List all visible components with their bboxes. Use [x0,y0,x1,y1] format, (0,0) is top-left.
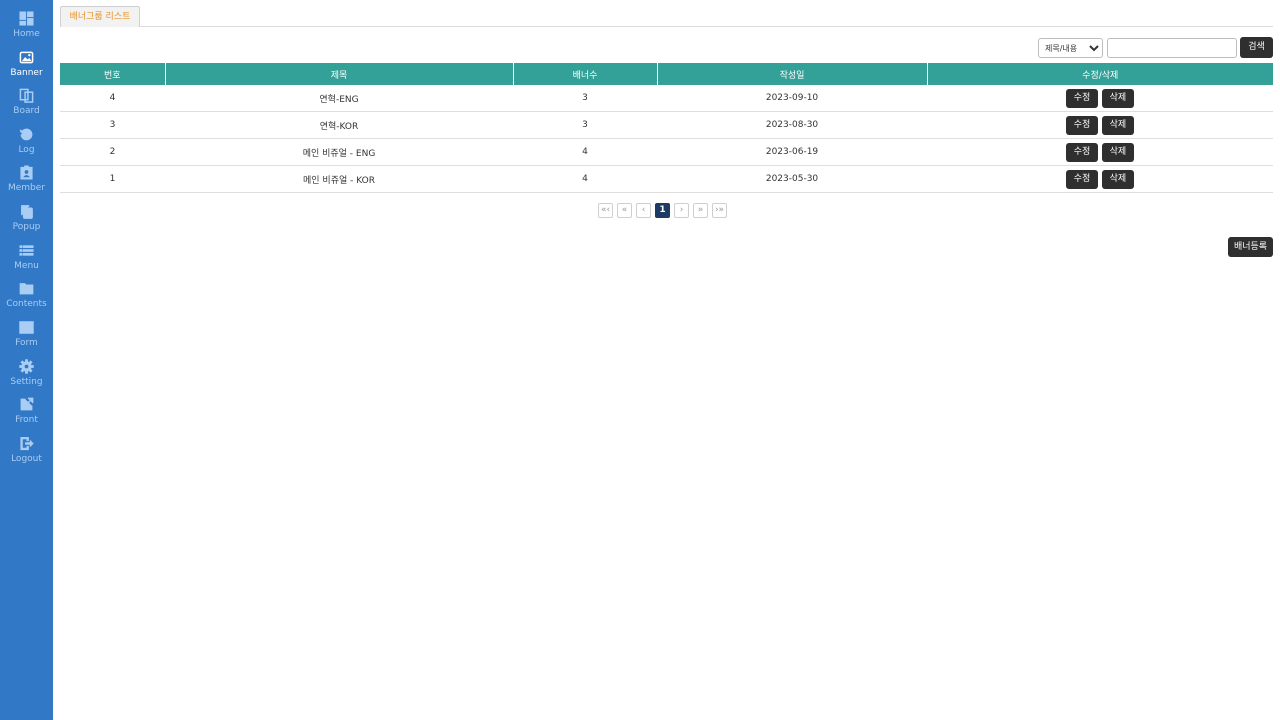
cell-banner-count: 4 [513,138,657,166]
sidebar-item-banner[interactable]: Banner [0,50,53,88]
cell-date: 2023-06-19 [657,138,927,166]
header-date: 작성일 [657,63,928,85]
cell-banner-count: 3 [513,85,657,112]
sidebar-item-contents[interactable]: Contents [0,281,53,319]
search-field-select[interactable]: 제목/내용 [1038,38,1103,58]
edit-button[interactable]: 수정 [1066,115,1099,135]
delete-button[interactable]: 삭제 [1101,169,1134,189]
cell-title[interactable]: 연혁-ENG [165,85,513,112]
sidebar-item-log[interactable]: Log [0,127,53,165]
cell-actions: 수정 삭제 [927,165,1273,193]
header-banner-count: 배너수 [513,63,658,85]
cell-actions: 수정 삭제 [927,85,1273,112]
logout-icon [20,436,34,451]
cell-title[interactable]: 메인 비쥬얼 - KOR [165,165,513,193]
sidebar-item-logout[interactable]: Logout [0,436,53,474]
sidebar: Home Banner Board Log Member Popup Menu … [0,0,53,720]
sidebar-item-label: Contents [6,299,47,309]
register-banner-button[interactable]: 배너등록 [1228,237,1273,257]
sidebar-item-member[interactable]: Member [0,165,53,203]
board-icon [19,88,34,103]
cell-number: 1 [60,165,165,193]
sidebar-item-label: Member [7,183,46,193]
search-input[interactable] [1107,38,1237,58]
page-next-block-button[interactable]: » [693,203,708,218]
cell-banner-count: 3 [513,111,657,139]
cell-date: 2023-05-30 [657,165,927,193]
cell-date: 2023-08-30 [657,111,927,139]
search-button[interactable]: 검색 [1240,37,1273,58]
sidebar-item-label: Banner [10,68,43,78]
dashboard-icon [19,11,34,26]
page-next-button[interactable]: › [674,203,689,218]
cell-date: 2023-09-10 [657,85,927,112]
sidebar-item-home[interactable]: Home [0,11,53,49]
table-icon [19,321,34,334]
header-actions: 수정/삭제 [927,63,1273,85]
table-row: 2 메인 비쥬얼 - ENG 4 2023-06-19 수정 삭제 [60,138,1273,166]
cell-title[interactable]: 연혁-KOR [165,111,513,139]
folder-icon [19,283,34,295]
cell-banner-count: 4 [513,165,657,193]
sidebar-item-front[interactable]: Front [0,397,53,435]
sidebar-item-label: Board [13,106,40,116]
delete-button[interactable]: 삭제 [1101,142,1134,162]
history-icon [19,128,33,141]
delete-button[interactable]: 삭제 [1101,115,1134,135]
delete-button[interactable]: 삭제 [1101,88,1134,108]
copy-icon [21,205,33,219]
edit-button[interactable]: 수정 [1066,88,1099,108]
page-first-button[interactable]: «‹ [598,203,613,218]
header-number: 번호 [60,63,166,85]
image-icon [19,51,34,64]
sidebar-item-form[interactable]: Form [0,320,53,358]
sidebar-item-menu[interactable]: Menu [0,243,53,281]
list-icon [19,245,34,256]
page-prev-block-button[interactable]: « [617,203,632,218]
sidebar-item-label: Front [15,415,38,425]
cell-number: 4 [60,85,165,112]
sidebar-item-label: Log [18,145,35,155]
cell-number: 2 [60,138,165,166]
edit-button[interactable]: 수정 [1066,142,1099,162]
sidebar-item-label: Menu [14,261,39,271]
sidebar-item-board[interactable]: Board [0,88,53,126]
gear-icon [19,359,34,374]
pagination: «‹ « ‹ 1 › » ›» [598,203,727,219]
table-row: 1 메인 비쥬얼 - KOR 4 2023-05-30 수정 삭제 [60,165,1273,193]
sidebar-item-label: Home [13,29,40,39]
sidebar-item-setting[interactable]: Setting [0,359,53,397]
sidebar-item-label: Setting [10,377,43,387]
sidebar-item-popup[interactable]: Popup [0,204,53,242]
banner-group-table: 번호 제목 배너수 작성일 수정/삭제 4 연혁-ENG 3 2023-09-1… [60,63,1273,193]
external-link-icon [20,397,34,411]
table-row: 3 연혁-KOR 3 2023-08-30 수정 삭제 [60,111,1273,139]
page-last-button[interactable]: ›» [712,203,727,218]
tab-banner-group-list[interactable]: 배너그룹 리스트 [60,6,140,27]
table-row: 4 연혁-ENG 3 2023-09-10 수정 삭제 [60,85,1273,112]
member-icon [20,165,33,180]
sidebar-item-label: Popup [12,222,41,232]
cell-actions: 수정 삭제 [927,111,1273,139]
cell-title[interactable]: 메인 비쥬얼 - ENG [165,138,513,166]
cell-number: 3 [60,111,165,139]
sidebar-item-label: Logout [11,454,42,464]
tab-divider [60,26,1273,27]
cell-actions: 수정 삭제 [927,138,1273,166]
header-title: 제목 [165,63,514,85]
edit-button[interactable]: 수정 [1066,169,1099,189]
sidebar-item-label: Form [15,338,38,348]
page-prev-button[interactable]: ‹ [636,203,651,218]
table-header-row: 번호 제목 배너수 작성일 수정/삭제 [60,63,1273,85]
page-number-current[interactable]: 1 [655,203,670,218]
